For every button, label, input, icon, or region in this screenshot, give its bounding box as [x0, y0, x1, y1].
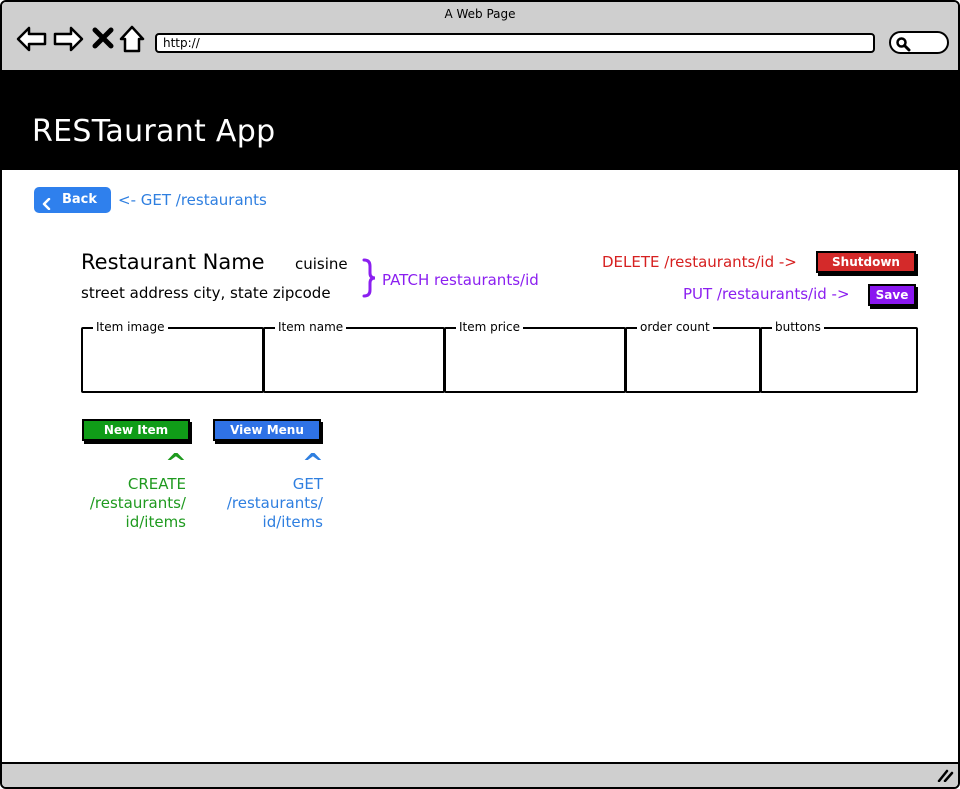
browser-window: A Web Page http:// RESTaurant App Back <…: [0, 0, 960, 789]
shutdown-button[interactable]: Shutdown: [816, 251, 916, 273]
chevron-left-icon: [42, 194, 52, 220]
forward-arrow-icon[interactable]: [52, 24, 84, 58]
endpoint-line: id/items: [262, 513, 323, 531]
app-title: RESTaurant App: [32, 114, 276, 149]
search-field[interactable]: [889, 31, 949, 54]
curly-brace-icon: [360, 258, 378, 302]
search-icon: [896, 37, 911, 52]
create-endpoint-note: CREATE /restaurants/ id/items: [62, 475, 186, 532]
column-header: Item price: [456, 320, 523, 334]
restaurant-address: street address city, state zipcode: [81, 284, 331, 302]
endpoint-line: GET: [292, 475, 323, 493]
endpoint-line: CREATE: [127, 475, 186, 493]
restaurant-cuisine: cuisine: [295, 255, 348, 273]
endpoint-line: /restaurants/: [226, 494, 323, 512]
put-note: PUT /restaurants/id ->: [683, 285, 850, 303]
url-input[interactable]: http://: [155, 33, 875, 53]
resize-grip-icon[interactable]: [936, 767, 954, 786]
app-header: RESTaurant App: [2, 72, 958, 170]
back-arrow-icon[interactable]: [16, 24, 48, 58]
endpoint-line: id/items: [125, 513, 186, 531]
back-button[interactable]: Back: [34, 187, 111, 213]
get-restaurants-note: <- GET /restaurants: [118, 191, 267, 209]
column-header: buttons: [772, 320, 824, 334]
column-order-count: order count: [625, 320, 761, 393]
column-buttons: buttons: [760, 320, 918, 393]
patch-note: PATCH restaurants/id: [382, 271, 539, 289]
caret-up-icon: ^: [302, 449, 324, 479]
browser-chrome: A Web Page http://: [2, 2, 958, 72]
window-title: A Web Page: [444, 7, 516, 21]
get-items-endpoint-note: GET /restaurants/ id/items: [198, 475, 323, 532]
restaurant-name: Restaurant Name: [81, 250, 265, 274]
save-button[interactable]: Save: [868, 284, 916, 306]
caret-up-icon: ^: [165, 449, 187, 479]
home-icon[interactable]: [118, 24, 146, 58]
column-item-price: Item price: [444, 320, 626, 393]
column-item-image: Item image: [81, 320, 264, 393]
column-header: Item name: [275, 320, 347, 334]
column-header: Item image: [93, 320, 168, 334]
new-item-button[interactable]: New Item: [82, 419, 190, 441]
column-header: order count: [637, 320, 713, 334]
view-menu-button[interactable]: View Menu: [213, 419, 321, 441]
endpoint-line: /restaurants/: [89, 494, 186, 512]
delete-note: DELETE /restaurants/id ->: [602, 253, 797, 271]
column-item-name: Item name: [263, 320, 445, 393]
status-bar: [2, 762, 958, 787]
stop-icon[interactable]: [92, 27, 114, 53]
back-button-label: Back: [62, 192, 98, 207]
